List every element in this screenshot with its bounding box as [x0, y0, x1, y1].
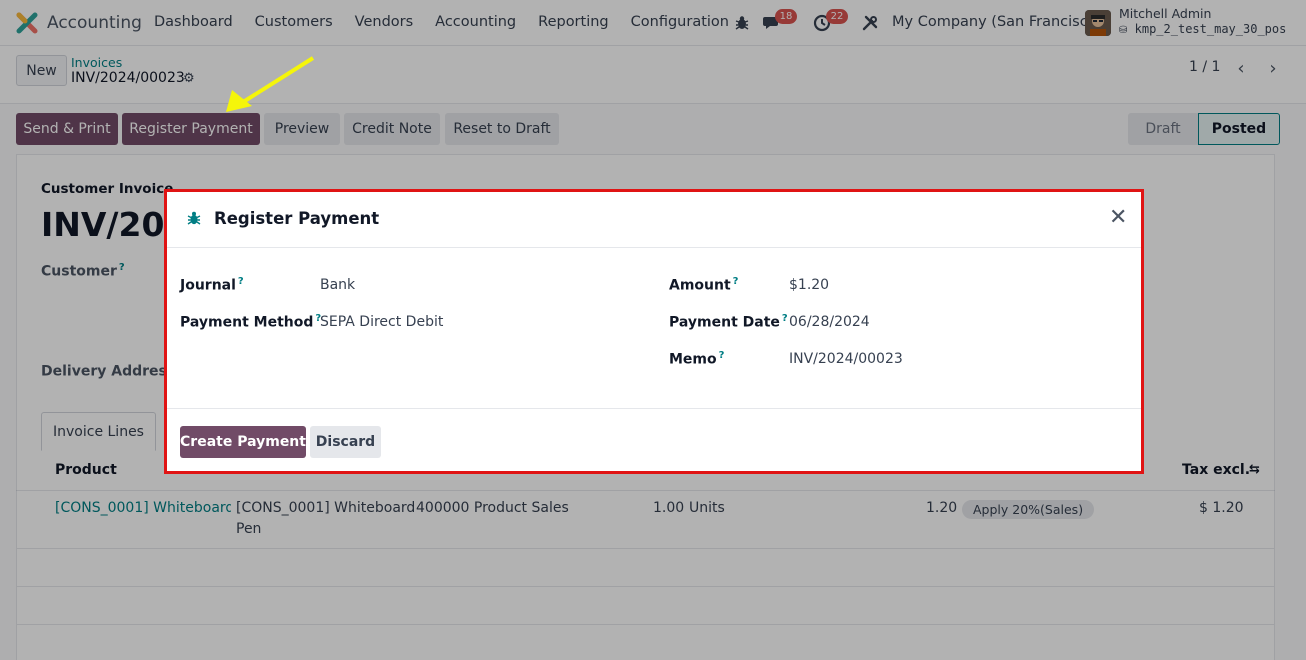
- dialog-header: Register Payment ✕: [167, 192, 1141, 248]
- create-payment-button[interactable]: Create Payment: [180, 426, 306, 458]
- memo-field[interactable]: INV/2024/00023: [789, 351, 903, 367]
- journal-label: Journal?: [180, 276, 244, 294]
- close-icon[interactable]: ✕: [1109, 207, 1127, 229]
- journal-field[interactable]: Bank: [320, 277, 355, 293]
- payment-method-label: Payment Method?: [180, 313, 321, 331]
- journal-label-text: Journal: [180, 277, 236, 294]
- dialog-footer: Create Payment Discard: [167, 408, 1141, 471]
- payment-date-label-text: Payment Date: [669, 314, 780, 331]
- debug-bug-icon: [187, 211, 201, 225]
- memo-label-text: Memo: [669, 351, 717, 368]
- amount-label: Amount?: [669, 276, 738, 294]
- help-icon[interactable]: ?: [782, 313, 788, 324]
- annotation-arrow-icon: [226, 56, 315, 112]
- amount-label-text: Amount: [669, 277, 731, 294]
- payment-method-label-text: Payment Method: [180, 314, 314, 331]
- help-icon[interactable]: ?: [733, 276, 739, 287]
- discard-button[interactable]: Discard: [310, 426, 381, 458]
- dialog-title: Register Payment: [214, 209, 380, 228]
- amount-field[interactable]: $1.20: [789, 277, 829, 293]
- payment-method-field[interactable]: SEPA Direct Debit: [320, 314, 443, 330]
- help-icon[interactable]: ?: [719, 350, 725, 361]
- memo-label: Memo?: [669, 350, 724, 368]
- help-icon[interactable]: ?: [238, 276, 244, 287]
- payment-date-field[interactable]: 06/28/2024: [789, 314, 870, 330]
- payment-date-label: Payment Date?: [669, 313, 788, 331]
- register-payment-dialog: Register Payment ✕ Journal? Bank Payment…: [164, 189, 1144, 474]
